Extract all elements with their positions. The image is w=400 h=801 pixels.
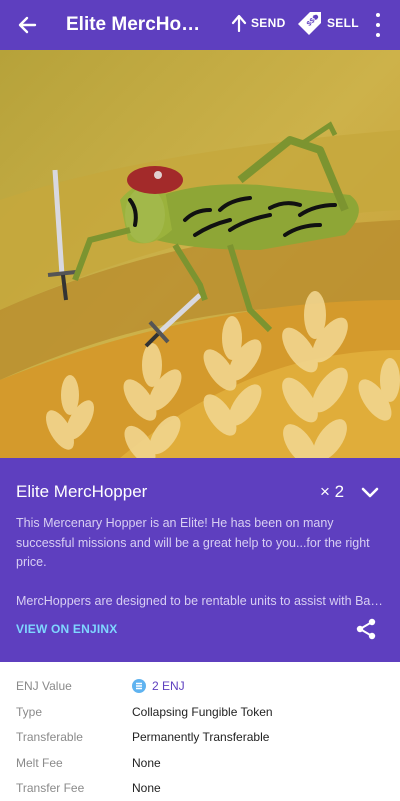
detail-value: Permanently Transferable — [132, 730, 270, 744]
upload-arrow-icon — [231, 14, 247, 32]
more-vert-dot — [376, 23, 380, 27]
item-info-panel: Elite MercHopper × 2 This Mercenary Hopp… — [0, 458, 400, 662]
view-on-enjinx-link[interactable]: VIEW ON ENJINX — [16, 622, 117, 636]
enj-coin-icon — [132, 679, 146, 693]
chevron-down-icon — [361, 487, 379, 498]
expand-button[interactable] — [358, 480, 382, 504]
more-vert-icon — [376, 13, 380, 17]
item-description: This Mercenary Hopper is an Elite! He ha… — [16, 514, 386, 611]
detail-key: ENJ Value — [16, 679, 72, 693]
enj-value-text: 2 ENJ — [152, 679, 185, 693]
detail-row-transferable: Transferable Permanently Transferable — [0, 724, 400, 750]
sell-button[interactable]: $$$ SELL — [297, 10, 359, 36]
grasshopper-artwork-image — [0, 50, 400, 458]
back-arrow-icon — [18, 16, 37, 34]
detail-value: None — [132, 781, 161, 795]
more-vert-dot — [376, 33, 380, 37]
detail-key: Transferable — [16, 730, 83, 744]
share-button[interactable] — [354, 617, 378, 641]
detail-row-transfer-fee: Transfer Fee None — [0, 775, 400, 801]
detail-row-melt-fee: Melt Fee None — [0, 750, 400, 776]
detail-value: Collapsing Fungible Token — [132, 705, 273, 719]
app-bar: Elite MercHopper SEND $$$ SELL — [0, 0, 400, 50]
send-label: SEND — [251, 16, 286, 30]
detail-row-enj-value: ENJ Value 2 ENJ — [0, 673, 400, 699]
page-title: Elite MercHopper — [66, 14, 206, 35]
item-quantity: × 2 — [320, 482, 345, 501]
sell-label: SELL — [327, 16, 359, 30]
item-name: Elite MercHopper — [16, 482, 148, 501]
description-paragraph: MercHoppers are designed to be rentable … — [16, 593, 386, 608]
detail-row-type: Type Collapsing Fungible Token — [0, 699, 400, 725]
detail-value: None — [132, 756, 161, 770]
price-tag-icon: $$$ — [298, 12, 321, 35]
item-artwork — [0, 50, 400, 458]
send-button[interactable]: SEND — [231, 14, 286, 32]
description-paragraph: This Mercenary Hopper is an Elite! He ha… — [16, 516, 370, 569]
detail-key: Transfer Fee — [16, 781, 85, 795]
back-button[interactable] — [12, 10, 42, 40]
share-icon — [356, 618, 376, 640]
more-options-button[interactable] — [370, 13, 386, 37]
detail-key: Melt Fee — [16, 756, 63, 770]
token-details: ENJ Value 2 ENJ Type Collapsing Fungible… — [0, 662, 400, 800]
detail-value: 2 ENJ — [132, 679, 185, 693]
detail-key: Type — [16, 705, 43, 719]
